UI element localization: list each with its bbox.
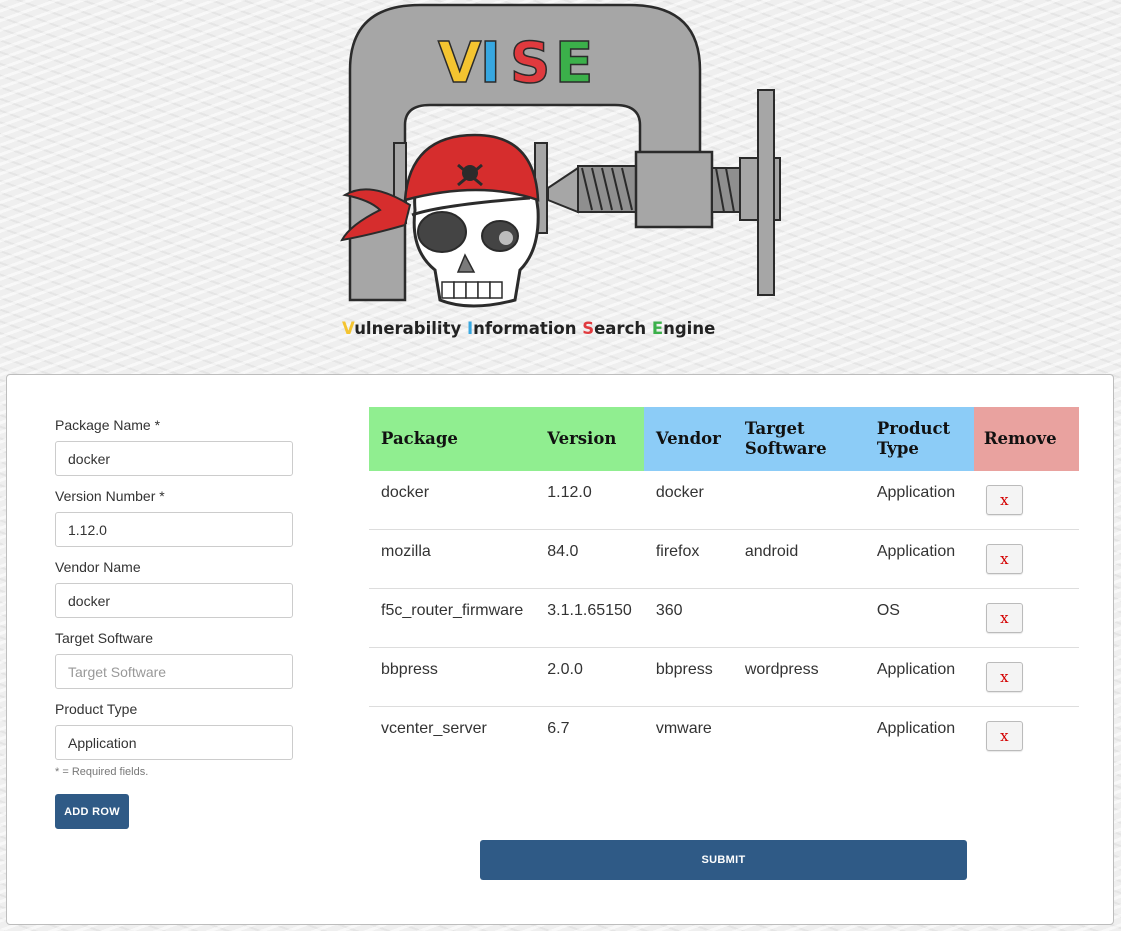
search-form-card: Package Name * Version Number * Vendor N… — [6, 374, 1114, 925]
header-target-software[interactable]: Target Software — [732, 407, 865, 471]
cell-vendor: bbpress — [643, 647, 733, 707]
cell-version: 2.0.0 — [535, 647, 644, 707]
cell-vendor: 360 — [643, 588, 733, 648]
product-type-input[interactable] — [55, 725, 293, 760]
target-software-label: Target Software — [55, 630, 154, 646]
required-fields-note: * = Required fields. — [55, 766, 149, 778]
remove-row-button[interactable]: x — [985, 603, 1023, 633]
cell-remove: x — [973, 529, 1079, 589]
header-remove: Remove — [973, 407, 1079, 471]
table-row: mozilla 84.0 firefox android Application… — [369, 529, 1079, 589]
svg-text:S: S — [510, 31, 550, 96]
cell-target-software — [732, 706, 865, 765]
package-name-input[interactable] — [55, 441, 293, 476]
package-form: Package Name * Version Number * Vendor N… — [55, 415, 295, 829]
table-row: f5c_router_firmware 3.1.1.65150 360 OS x — [369, 588, 1079, 648]
table-row: vcenter_server 6.7 vmware Application x — [369, 706, 1079, 765]
cell-target-software: wordpress — [732, 647, 865, 707]
svg-text:Vulnerability Information Sear: Vulnerability Information Search Engine — [342, 319, 715, 338]
header-version[interactable]: Version — [535, 407, 644, 471]
cell-version: 3.1.1.65150 — [535, 588, 644, 648]
header-package[interactable]: Package — [369, 407, 536, 471]
cell-package: vcenter_server — [369, 706, 536, 765]
header-vendor[interactable]: Vendor — [643, 407, 733, 471]
submit-button[interactable]: SUBMIT — [480, 840, 967, 880]
svg-text:E: E — [555, 31, 593, 96]
remove-row-button[interactable]: x — [985, 721, 1023, 751]
product-type-label: Product Type — [55, 701, 138, 717]
svg-text:V: V — [438, 31, 482, 96]
vendor-name-input[interactable] — [55, 583, 293, 618]
remove-row-button[interactable]: x — [985, 662, 1023, 692]
package-name-label: Package Name * — [55, 417, 161, 433]
table-header-row: Package Version Vendor Target Software P… — [369, 407, 1079, 471]
table-row: docker 1.12.0 docker Application x — [369, 471, 1079, 530]
vendor-name-label: Vendor Name — [55, 559, 141, 575]
cell-package: bbpress — [369, 647, 536, 707]
table-row: bbpress 2.0.0 bbpress wordpress Applicat… — [369, 647, 1079, 707]
cell-target-software — [733, 471, 865, 530]
header-product-type[interactable]: Product Type — [864, 407, 974, 471]
cell-remove: x — [973, 588, 1079, 648]
cell-remove: x — [973, 706, 1079, 765]
add-row-button[interactable]: ADD ROW — [55, 794, 129, 829]
cell-package: docker — [381, 484, 430, 501]
cell-product-type: Application — [864, 529, 974, 589]
cell-vendor: vmware — [643, 706, 733, 765]
svg-text:I: I — [480, 31, 501, 96]
version-number-input[interactable] — [55, 512, 293, 547]
cell-version: 84.0 — [535, 529, 644, 589]
package-table: Package Version Vendor Target Software P… — [369, 407, 1079, 765]
version-number-label: Version Number * — [55, 488, 165, 504]
cell-target-software — [732, 588, 865, 648]
cell-product-type: Application — [864, 647, 974, 707]
cell-version: 1.12.0 — [547, 484, 592, 501]
cell-package: f5c_router_firmware — [369, 588, 536, 648]
cell-product-type: Application — [864, 706, 974, 765]
target-software-input[interactable] — [55, 654, 293, 689]
remove-row-button[interactable]: x — [985, 544, 1023, 574]
vise-logo: V I S E Vulnerability Information Search… — [330, 0, 790, 345]
cell-package: mozilla — [369, 529, 536, 589]
cell-vendor: firefox — [643, 529, 733, 589]
cell-product-type: OS — [864, 588, 974, 648]
remove-row-button[interactable]: x — [985, 485, 1023, 515]
cell-target-software: android — [732, 529, 865, 589]
cell-vendor: docker — [655, 484, 704, 501]
cell-remove: x — [973, 647, 1079, 707]
cell-remove: x — [974, 471, 1079, 530]
cell-product-type: Application — [876, 484, 956, 501]
cell-version: 6.7 — [535, 706, 644, 765]
